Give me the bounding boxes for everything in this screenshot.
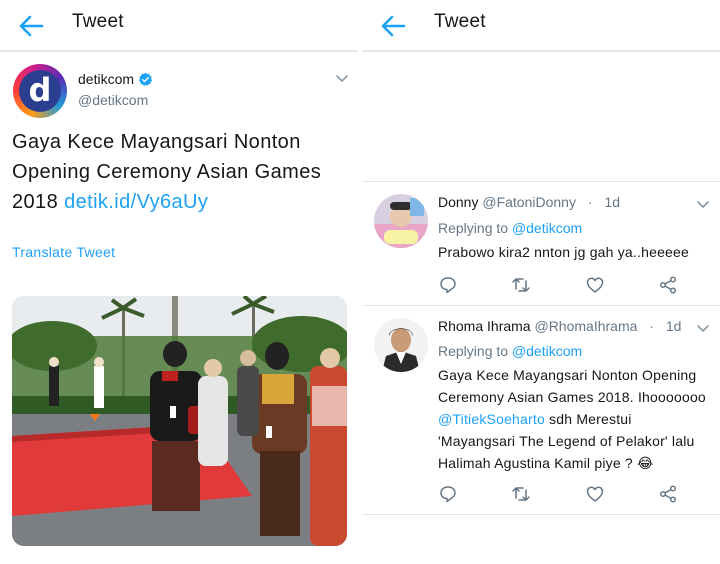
- reply-author-name: Rhoma Ihrama: [438, 318, 531, 334]
- replying-to-label: Replying to: [438, 220, 512, 236]
- retweet-icon[interactable]: [511, 484, 531, 504]
- chevron-down-icon[interactable]: [696, 200, 710, 210]
- avatar-letter: d: [19, 70, 61, 112]
- reply-author[interactable]: Donny @FatoniDonny · 1d: [438, 194, 620, 210]
- page-title: Tweet: [434, 11, 486, 32]
- tweet-photo[interactable]: [12, 296, 347, 546]
- avatar[interactable]: [374, 194, 428, 248]
- tweet-detail-pane: Tweet d detikcom @detikcom Gaya Kece May…: [0, 0, 358, 564]
- reply-author-name: Donny: [438, 194, 479, 210]
- tweet-text: Gaya Kece Mayangsari Nonton Opening Cere…: [12, 127, 347, 217]
- chevron-down-icon[interactable]: [335, 74, 349, 84]
- translate-tweet-link[interactable]: Translate Tweet: [12, 244, 115, 260]
- replying-to-label: Replying to: [438, 343, 512, 359]
- reply-item[interactable]: Rhoma Ihrama @RhomaIhrama · 1d Replying …: [362, 305, 720, 515]
- reply-time: 1d: [604, 194, 620, 210]
- reply-item[interactable]: Donny @FatoniDonny · 1d Replying to @det…: [362, 181, 720, 305]
- reply-time: 1d: [665, 318, 682, 334]
- reply-actions: [438, 275, 678, 295]
- tweet-link[interactable]: detik.id/Vy6aUy: [64, 191, 208, 213]
- reply-text: Gaya Kece Mayangsari Nonton Opening Cere…: [438, 364, 710, 474]
- header-bar: Tweet: [362, 0, 720, 52]
- share-icon[interactable]: [658, 275, 678, 295]
- retweet-icon[interactable]: [511, 275, 531, 295]
- like-icon[interactable]: [585, 275, 605, 295]
- page-title: Tweet: [72, 11, 124, 32]
- user-mention[interactable]: @TitiekSoeharto: [438, 411, 545, 427]
- avatar[interactable]: [374, 318, 428, 372]
- share-icon[interactable]: [658, 484, 678, 504]
- reply-text: Prabowo kira2 nnton jg gah ya..heeeee: [438, 244, 690, 260]
- reply-author-handle: @FatoniDonny: [482, 194, 576, 210]
- reply-icon[interactable]: [438, 275, 458, 295]
- reply-author-handle: @RhomaIhrama: [534, 318, 638, 334]
- back-arrow-icon[interactable]: [380, 14, 406, 38]
- separator-dot: ·: [587, 194, 593, 210]
- avatar[interactable]: d: [13, 64, 67, 118]
- header-bar: Tweet: [0, 0, 358, 52]
- reply-text-part: Gaya Kece Mayangsari Nonton Opening Cere…: [438, 367, 706, 405]
- reply-icon[interactable]: [438, 484, 458, 504]
- reply-actions: [438, 484, 678, 504]
- replying-to: Replying to @detikcom: [438, 343, 582, 359]
- replying-to: Replying to @detikcom: [438, 220, 582, 236]
- author-handle[interactable]: @detikcom: [78, 92, 148, 108]
- replies-pane: Tweet Donny @FatoniDonny · 1d Replying t…: [362, 0, 720, 564]
- like-icon[interactable]: [585, 484, 605, 504]
- verified-badge-icon: [138, 72, 153, 86]
- reply-author[interactable]: Rhoma Ihrama @RhomaIhrama · 1d: [438, 318, 681, 334]
- replying-to-mention[interactable]: @detikcom: [512, 343, 582, 359]
- author-name[interactable]: detikcom: [78, 71, 134, 87]
- back-arrow-icon[interactable]: [18, 14, 44, 38]
- separator-dot: ·: [649, 318, 654, 334]
- emoji: 😂: [637, 455, 654, 471]
- chevron-down-icon[interactable]: [696, 324, 710, 334]
- replying-to-mention[interactable]: @detikcom: [512, 220, 582, 236]
